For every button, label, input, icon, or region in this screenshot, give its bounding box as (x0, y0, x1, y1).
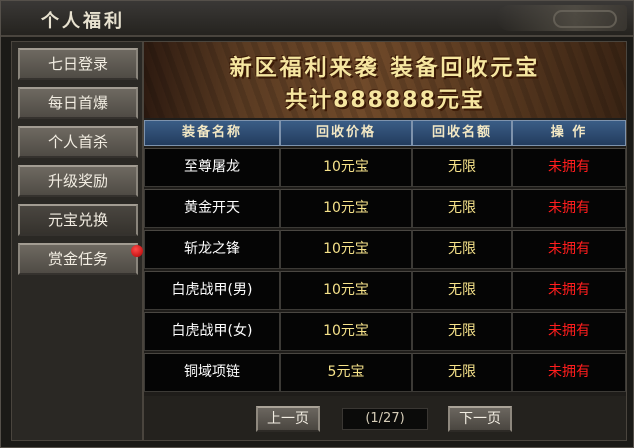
item-name: 白虎战甲(女) (144, 312, 280, 351)
header-price: 回收价格 (280, 120, 412, 146)
item-action[interactable]: 未拥有 (512, 189, 626, 228)
item-action[interactable]: 未拥有 (512, 230, 626, 269)
item-price: 10元宝 (280, 230, 412, 269)
item-action[interactable]: 未拥有 (512, 148, 626, 187)
item-limit: 无限 (412, 271, 512, 310)
tab-daily-first-drop[interactable]: 每日首爆 (18, 87, 138, 119)
promo-banner: 新区福利来袭 装备回收元宝 共计888888元宝 (144, 42, 626, 118)
tab-label: 个人首杀 (47, 133, 108, 151)
table-row: 白虎战甲(男) 10元宝 无限 未拥有 (144, 271, 626, 310)
item-name: 黄金开天 (144, 189, 280, 228)
item-limit: 无限 (412, 189, 512, 228)
table-row: 黄金开天 10元宝 无限 未拥有 (144, 189, 626, 228)
item-name: 白虎战甲(男) (144, 271, 280, 310)
title-bar[interactable]: 个人福利 (1, 1, 633, 37)
table-row: 至尊屠龙 10元宝 无限 未拥有 (144, 148, 626, 187)
tab-seven-day-login[interactable]: 七日登录 (18, 48, 138, 80)
item-price: 5元宝 (280, 353, 412, 392)
tab-label: 赏金任务 (47, 250, 108, 268)
sidebar: 七日登录 每日首爆 个人首杀 升级奖励 元宝兑换 赏金任务 (11, 41, 143, 441)
table-row: 斩龙之锋 10元宝 无限 未拥有 (144, 230, 626, 269)
item-action[interactable]: 未拥有 (512, 312, 626, 351)
header-action: 操 作 (512, 120, 626, 146)
item-price: 10元宝 (280, 271, 412, 310)
tab-label: 每日首爆 (47, 94, 108, 112)
tab-label: 元宝兑换 (47, 211, 108, 229)
prev-page-button[interactable]: 上一页 (256, 406, 320, 432)
item-name: 斩龙之锋 (144, 230, 280, 269)
pagination: 上一页 (1/27) 下一页 (144, 396, 626, 440)
item-limit: 无限 (412, 230, 512, 269)
next-page-button[interactable]: 下一页 (448, 406, 512, 432)
item-action[interactable]: 未拥有 (512, 353, 626, 392)
notification-dot-icon (131, 245, 143, 257)
item-name: 至尊屠龙 (144, 148, 280, 187)
tab-gold-exchange[interactable]: 元宝兑换 (18, 204, 138, 236)
table-header: 装备名称 回收价格 回收名额 操 作 (144, 120, 626, 146)
header-limit: 回收名额 (412, 120, 512, 146)
item-action[interactable]: 未拥有 (512, 271, 626, 310)
item-price: 10元宝 (280, 312, 412, 351)
tab-label: 升级奖励 (47, 172, 108, 190)
dragon-ornament-icon (497, 5, 627, 31)
tab-bounty-quest[interactable]: 赏金任务 (18, 243, 143, 275)
welfare-window: 个人福利 七日登录 每日首爆 个人首杀 升级奖励 元宝兑换 赏金任务 新区福利来… (0, 0, 634, 448)
page-indicator: (1/27) (342, 408, 428, 430)
tab-label: 七日登录 (47, 55, 108, 73)
item-limit: 无限 (412, 312, 512, 351)
window-title: 个人福利 (41, 11, 125, 32)
table-row: 白虎战甲(女) 10元宝 无限 未拥有 (144, 312, 626, 351)
tab-level-reward[interactable]: 升级奖励 (18, 165, 138, 197)
item-name: 铜域项链 (144, 353, 280, 392)
header-name: 装备名称 (144, 120, 280, 146)
item-limit: 无限 (412, 148, 512, 187)
tab-personal-first-kill[interactable]: 个人首杀 (18, 126, 138, 158)
item-limit: 无限 (412, 353, 512, 392)
item-price: 10元宝 (280, 148, 412, 187)
table-row: 铜域项链 5元宝 无限 未拥有 (144, 353, 626, 392)
main-panel: 新区福利来袭 装备回收元宝 共计888888元宝 装备名称 回收价格 回收名额 … (143, 41, 627, 441)
item-price: 10元宝 (280, 189, 412, 228)
banner-headline: 新区福利来袭 装备回收元宝 (229, 56, 541, 81)
banner-total: 共计888888元宝 (285, 88, 485, 113)
